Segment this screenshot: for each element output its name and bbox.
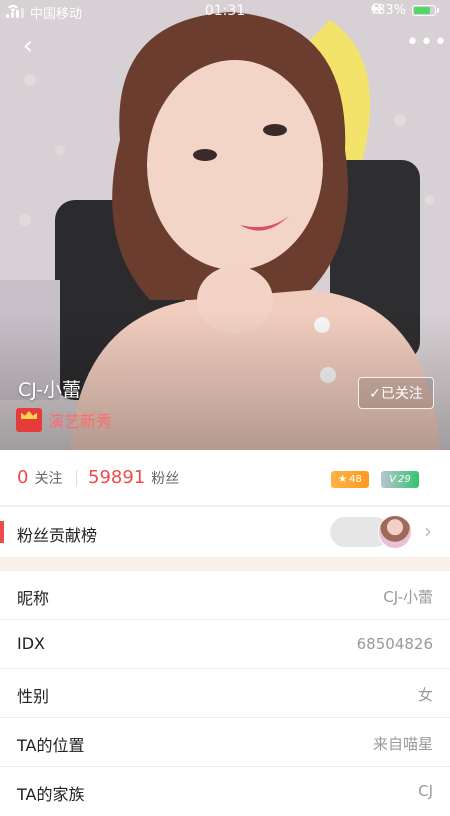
section-accent-bar <box>0 521 4 543</box>
fans-count: 59891 <box>88 467 146 488</box>
fans-stat[interactable]: 59891 粉丝 <box>88 467 179 488</box>
info-row-nickname: 昵称 CJ-小蕾 <box>0 571 450 620</box>
fan-contribution-title: 粉丝贡献榜 <box>17 526 98 545</box>
crown-level-icon <box>16 408 42 432</box>
stat-divider <box>76 470 77 486</box>
info-label: 性别 <box>17 687 50 706</box>
vip-level-value: 29 <box>398 474 411 485</box>
info-value: CJ <box>418 782 433 800</box>
vip-v-icon: V <box>389 474 397 485</box>
fans-label: 粉丝 <box>151 471 180 487</box>
level-row: 演艺新秀 <box>16 408 112 432</box>
following-count: 0 <box>17 467 29 488</box>
following-label: 关注 <box>34 471 63 487</box>
top-fans-avatars <box>330 515 412 549</box>
info-row-idx: IDX 68504826 <box>0 620 450 669</box>
profile-info-list: 昵称 CJ-小蕾 IDX 68504826 性别 女 TA的位置 来自喵星 TA… <box>0 571 450 816</box>
following-stat[interactable]: 0 关注 <box>17 467 62 488</box>
profile-name: CJ-小蕾 <box>18 379 82 401</box>
info-value: 来自喵星 <box>372 735 433 753</box>
profile-cover-photo: 中国移动 01:31 83% ‹ ••• CJ-小蕾 演艺新秀 ✓已关注 <box>0 0 450 450</box>
info-value: 女 <box>417 686 433 704</box>
info-label: 昵称 <box>17 589 50 608</box>
chevron-right-icon: › <box>424 519 432 543</box>
battery-icon <box>412 5 439 16</box>
info-label: IDX <box>17 634 45 653</box>
battery-level <box>414 7 430 14</box>
info-row-gender: 性别 女 <box>0 669 450 718</box>
fan-contribution-row[interactable]: 粉丝贡献榜 › <box>0 507 450 557</box>
more-dots-icon[interactable]: ••• <box>406 32 447 60</box>
back-chevron-icon[interactable]: ‹ <box>14 32 42 60</box>
star-level-badge: ★ 48 <box>331 471 369 488</box>
status-bar: 中国移动 01:31 83% <box>0 0 450 22</box>
info-label: TA的位置 <box>17 736 85 755</box>
avatar <box>378 515 412 549</box>
star-level-value: 48 <box>349 474 362 485</box>
info-value: CJ-小蕾 <box>383 588 433 606</box>
section-divider <box>0 557 450 571</box>
level-title: 演艺新秀 <box>48 412 113 431</box>
info-row-family: TA的家族 CJ <box>0 767 450 816</box>
vip-level-badge: V 29 <box>381 471 419 488</box>
star-icon: ★ <box>338 474 348 485</box>
info-row-location: TA的位置 来自喵星 <box>0 718 450 767</box>
followed-button[interactable]: ✓已关注 <box>358 377 434 409</box>
info-label: TA的家族 <box>17 785 85 804</box>
info-value: 68504826 <box>356 635 433 653</box>
status-bar-right: 83% <box>371 3 442 18</box>
